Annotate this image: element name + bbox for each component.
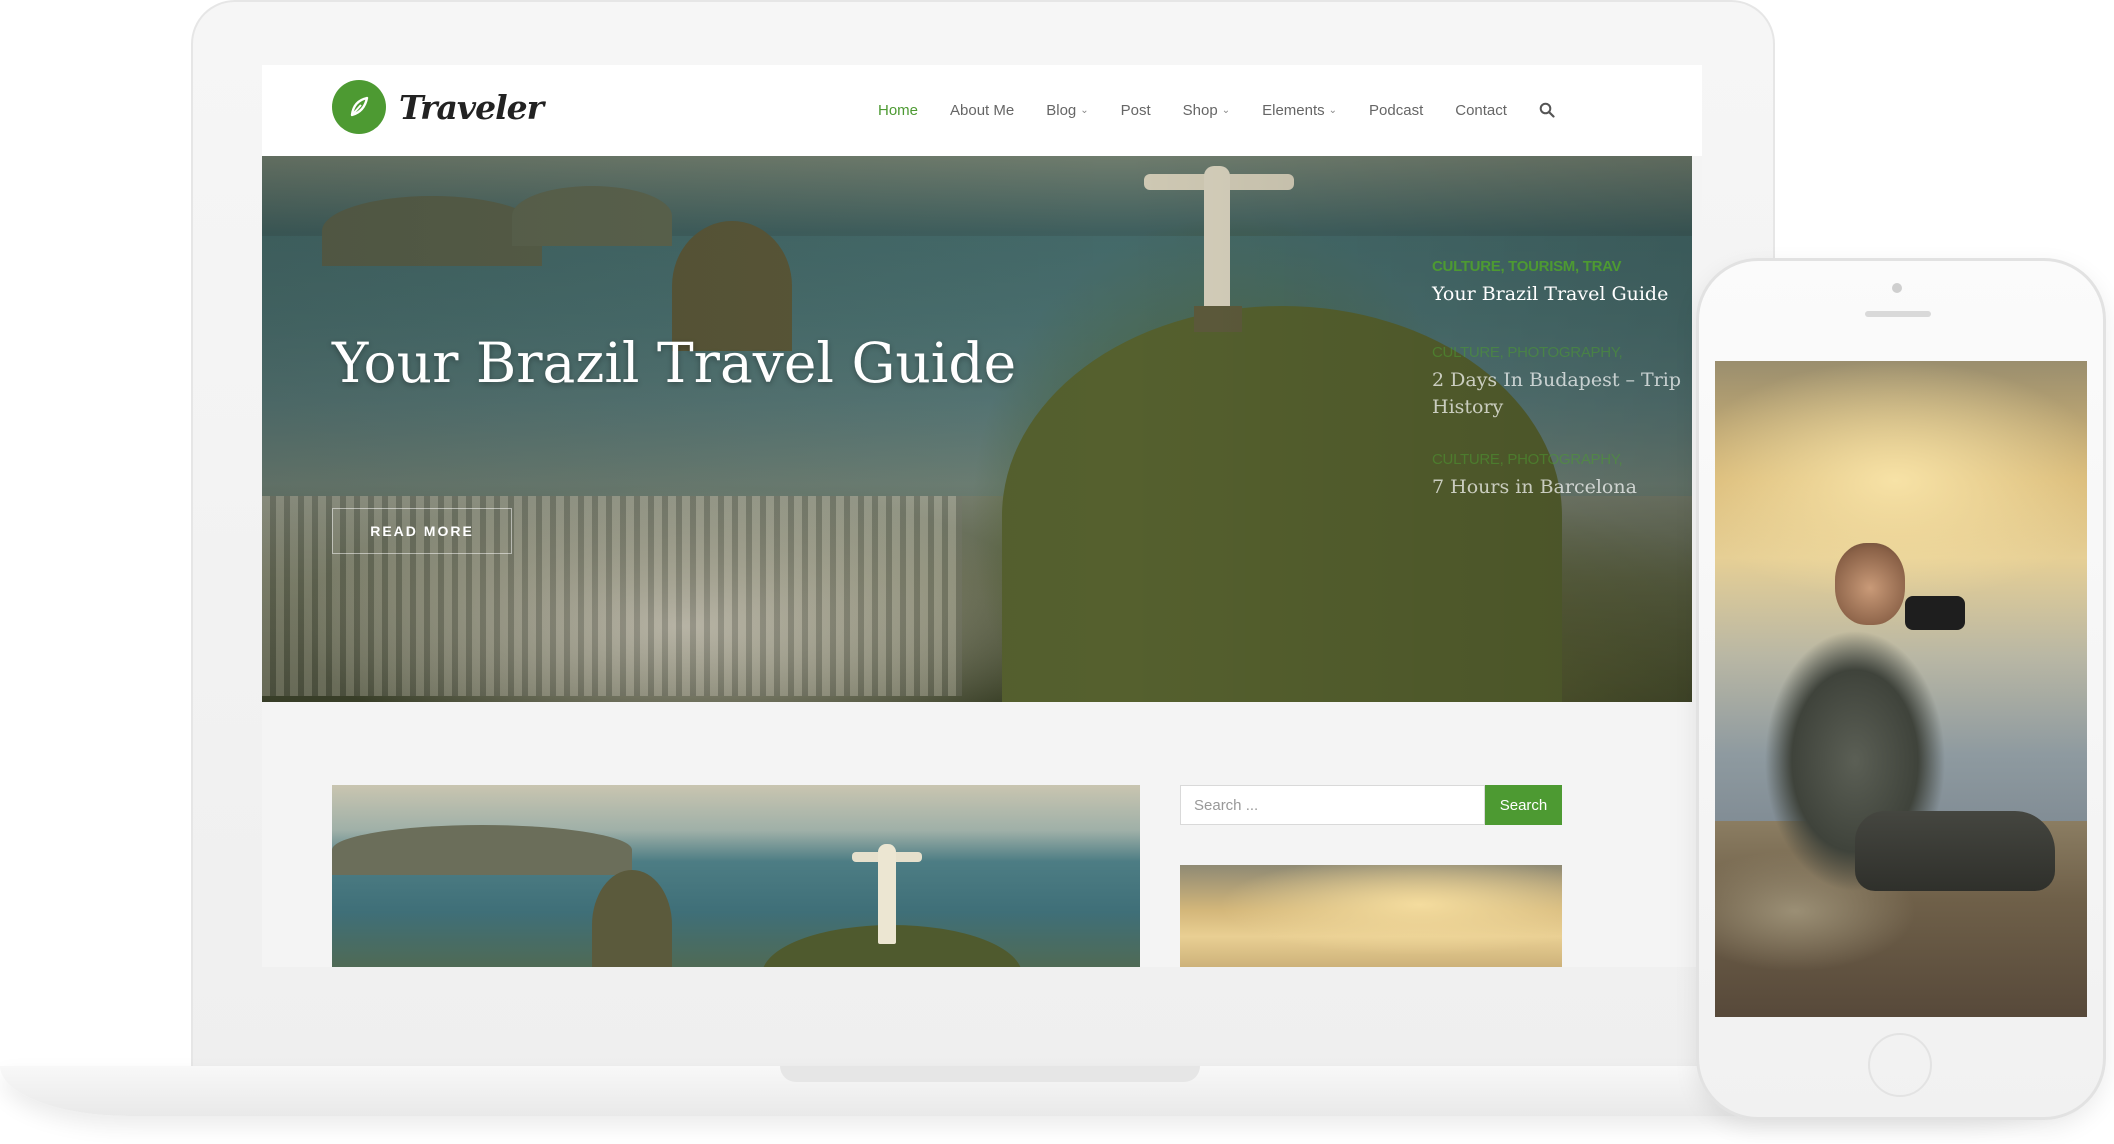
nav-label: Podcast	[1369, 101, 1424, 119]
phone-frame	[1696, 258, 2106, 1120]
compass-leaf-icon	[332, 80, 386, 134]
nav-label: Blog	[1046, 101, 1077, 119]
background-hills	[332, 825, 632, 875]
slide-item[interactable]: CULTURE, TOURISM, TRAV Your Brazil Trave…	[1432, 258, 1692, 308]
nav-post[interactable]: Post	[1121, 102, 1151, 119]
slide-categories: CULTURE, PHOTOGRAPHY,	[1432, 451, 1623, 468]
photographer-head	[1835, 543, 1905, 625]
slide-item[interactable]: CULTURE, PHOTOGRAPHY, 2 Days In Budapest…	[1432, 344, 1692, 421]
hero-slider: Your Brazil Travel Guide READ MORE CULTU…	[262, 156, 1692, 702]
nav-label: Elements	[1262, 101, 1325, 119]
slide-list: CULTURE, TOURISM, TRAV Your Brazil Trave…	[1432, 258, 1692, 531]
slide-title: 2 Days In Budapest – Trip History	[1432, 369, 1682, 418]
chevron-down-icon: ⌄	[1221, 104, 1231, 116]
nav-label: About Me	[950, 101, 1015, 119]
read-more-button[interactable]: READ MORE	[332, 508, 512, 554]
sidebar-image[interactable]	[1180, 865, 1562, 967]
nav-podcast[interactable]: Podcast	[1369, 102, 1423, 119]
search-icon[interactable]	[1539, 102, 1555, 118]
home-button[interactable]	[1868, 1033, 1932, 1097]
nav-label: Contact	[1455, 101, 1507, 119]
laptop-notch	[780, 1066, 1200, 1082]
sugarloaf-mountain	[592, 870, 672, 967]
phone-speaker	[1865, 311, 1931, 317]
chevron-down-icon: ⌄	[1080, 104, 1089, 116]
nav-label: Shop	[1182, 101, 1218, 119]
slide-item[interactable]: CULTURE, PHOTOGRAPHY, 7 Hours in Barcelo…	[1432, 451, 1692, 501]
post-featured-image[interactable]	[332, 785, 1140, 967]
slide-title: Your Brazil Travel Guide	[1432, 283, 1669, 305]
search-input[interactable]: Search ...	[1180, 785, 1485, 825]
main-nav: Home About Me Blog ⌄ Post Shop ⌄ Elements ⌄…	[878, 95, 1555, 125]
hero-title: Your Brazil Travel Guide	[332, 331, 1017, 395]
phone-screen-photographer-image	[1715, 361, 2087, 1017]
site-logo[interactable]: Traveler	[332, 79, 544, 135]
nav-about-me[interactable]: About Me	[950, 102, 1014, 119]
brand-name: Traveler	[399, 87, 544, 127]
nav-contact[interactable]: Contact	[1455, 102, 1507, 119]
christ-statue	[852, 840, 922, 967]
nav-label: Post	[1120, 101, 1151, 119]
chevron-down-icon: ⌄	[1328, 104, 1338, 116]
camera-icon	[1905, 596, 1965, 630]
photographer-legs	[1855, 811, 2055, 891]
nav-elements[interactable]: Elements ⌄	[1262, 102, 1337, 119]
slide-categories: CULTURE, TOURISM, TRAV	[1432, 258, 1622, 275]
nav-label: Home	[878, 101, 919, 119]
slide-title: 7 Hours in Barcelona	[1432, 476, 1637, 498]
nav-shop[interactable]: Shop ⌄	[1183, 102, 1230, 119]
nav-home[interactable]: Home	[878, 102, 918, 119]
slide-categories: CULTURE, PHOTOGRAPHY,	[1432, 344, 1623, 361]
phone-camera	[1892, 283, 1902, 293]
search-button[interactable]: Search	[1485, 785, 1562, 825]
site-header: Traveler Home About Me Blog ⌄ Post Shop ⌄ …	[262, 65, 1702, 156]
laptop-screen: Traveler Home About Me Blog ⌄ Post Shop ⌄ …	[262, 65, 1702, 967]
nav-blog[interactable]: Blog ⌄	[1046, 102, 1088, 119]
